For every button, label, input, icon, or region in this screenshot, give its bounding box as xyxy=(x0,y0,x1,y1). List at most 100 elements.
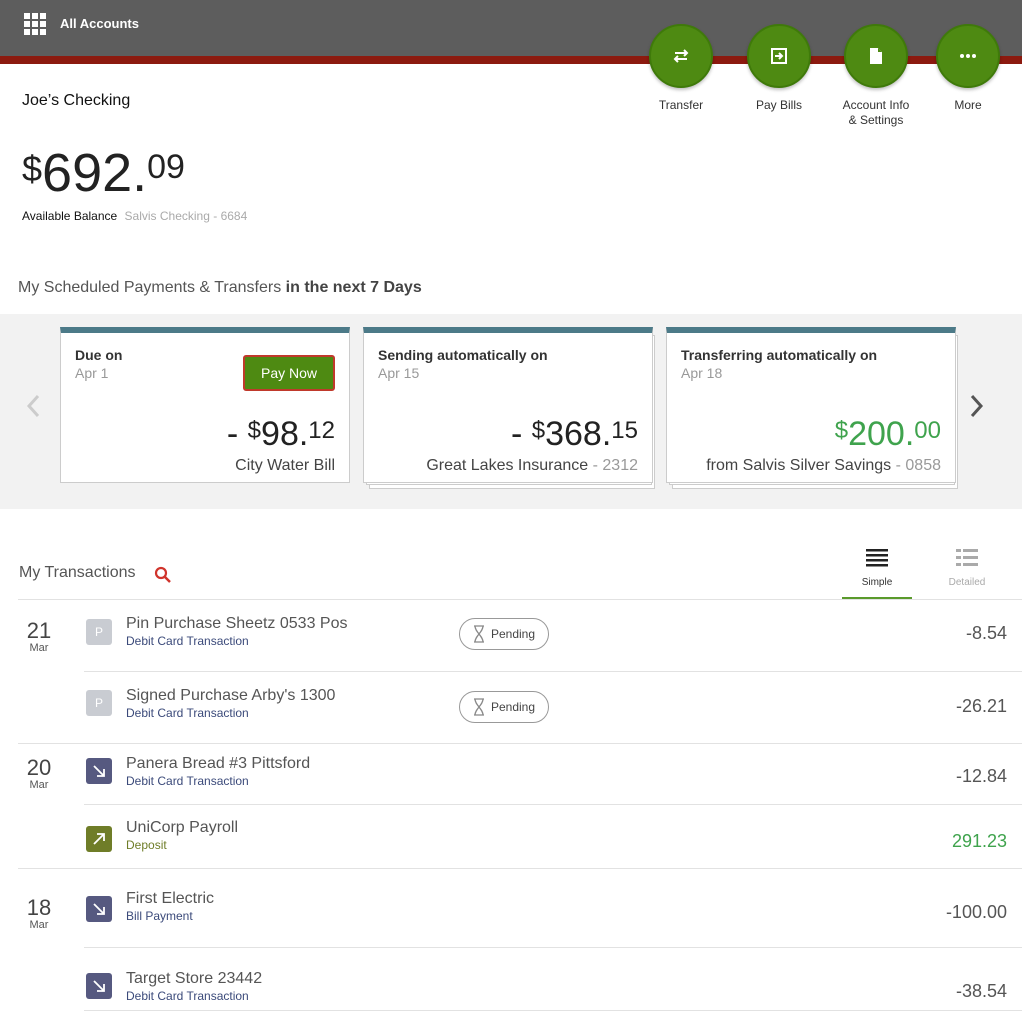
more-label: More xyxy=(954,98,982,112)
pending-badge: Pending xyxy=(459,691,549,723)
transfer-button[interactable]: Transfer xyxy=(631,24,731,113)
card-payee: Great Lakes Insurance - 2312 xyxy=(426,457,638,475)
account-reference: Salvis Checking - 6684 xyxy=(124,209,248,223)
card-title: Transferring automatically on xyxy=(681,347,878,363)
transaction-name[interactable]: Target Store 23442 xyxy=(126,970,262,988)
divider xyxy=(84,1010,1022,1011)
card-date: Apr 15 xyxy=(378,365,420,381)
scheduled-card: Sending automatically on Apr 15 - $368.1… xyxy=(363,327,653,483)
divider xyxy=(18,743,1022,744)
card-amount-whole: 368. xyxy=(545,415,612,453)
search-icon[interactable] xyxy=(153,565,173,585)
card-payee-suffix: - 0858 xyxy=(891,457,941,474)
document-icon xyxy=(844,24,908,88)
scheduled-card: Transferring automatically on Apr 18 $20… xyxy=(666,327,956,483)
date-group-18: 18 Mar xyxy=(24,895,54,932)
transaction-name[interactable]: UniCorp Payroll xyxy=(126,819,238,837)
scheduled-card: Due on Apr 1 Pay Now - $98.12 City Water… xyxy=(60,327,350,483)
simple-view-label: Simple xyxy=(861,577,893,588)
card-amount-currency: $ xyxy=(247,417,262,444)
debit-arrow-icon xyxy=(86,758,112,784)
date-month: Mar xyxy=(29,779,49,791)
transfer-icon xyxy=(649,24,713,88)
transaction-type: Debit Card Transaction xyxy=(126,634,249,648)
transaction-type: Debit Card Transaction xyxy=(126,774,249,788)
transaction-type: Debit Card Transaction xyxy=(126,989,249,1003)
more-dots-icon xyxy=(936,24,1000,88)
date-day: 18 xyxy=(26,895,52,920)
hourglass-icon xyxy=(473,698,484,716)
card-amount-currency: $ xyxy=(531,417,546,444)
available-balance: $692.09 xyxy=(22,142,185,204)
debit-arrow-icon xyxy=(86,896,112,922)
scheduled-title-main: My Scheduled Payments & Transfers xyxy=(18,279,286,296)
scheduled-card-2: Sending automatically on Apr 15 - $368.1… xyxy=(363,327,655,489)
divider xyxy=(84,804,1022,805)
card-amount: - $98.12 xyxy=(227,415,335,454)
all-accounts-link[interactable]: All Accounts xyxy=(60,16,139,31)
pending-purchase-icon: P xyxy=(86,690,112,716)
transaction-type: Debit Card Transaction xyxy=(126,706,249,720)
card-amount: $200.00 xyxy=(835,415,941,454)
date-day: 21 xyxy=(26,618,52,643)
apps-grid-icon[interactable] xyxy=(24,13,46,35)
card-amount-sign: - xyxy=(510,415,532,453)
transaction-name[interactable]: Panera Bread #3 Pittsford xyxy=(126,755,310,773)
transaction-amount: -12.84 xyxy=(955,766,1007,786)
pay-bills-icon xyxy=(747,24,811,88)
account-name: Joe’s Checking xyxy=(22,92,131,109)
card-payee-name: Great Lakes Insurance xyxy=(426,457,589,474)
scheduled-title: My Scheduled Payments & Transfers in the… xyxy=(18,279,422,297)
transaction-amount: -100.00 xyxy=(945,902,1007,922)
transfer-label: Transfer xyxy=(658,98,704,112)
divider xyxy=(84,947,1022,948)
more-button[interactable]: More xyxy=(918,24,1018,113)
card-payee-name: from Salvis Silver Savings xyxy=(706,457,892,474)
pay-now-button[interactable]: Pay Now xyxy=(243,355,335,391)
transactions-title: My Transactions xyxy=(19,564,136,581)
transaction-name[interactable]: Pin Purchase Sheetz 0533 Pos xyxy=(126,615,347,633)
date-month: Mar xyxy=(29,919,49,931)
date-month: Mar xyxy=(29,642,49,654)
pending-label: Pending xyxy=(490,627,536,641)
balance-label-row: Available Balance Salvis Checking - 6684 xyxy=(22,209,247,223)
balance-label: Available Balance xyxy=(22,209,118,223)
pay-bills-button[interactable]: Pay Bills xyxy=(729,24,829,113)
simple-view-button[interactable]: Simple xyxy=(842,548,912,599)
transaction-amount: -26.21 xyxy=(955,696,1007,716)
transaction-amount: 291.23 xyxy=(951,831,1007,851)
balance-currency: $ xyxy=(22,148,43,189)
account-info-settings-button[interactable]: Account Info & Settings xyxy=(826,24,926,128)
carousel-prev-icon[interactable] xyxy=(26,392,40,426)
card-amount-sign: - xyxy=(226,415,248,453)
card-payee: City Water Bill xyxy=(235,457,335,475)
detailed-view-label: Detailed xyxy=(948,577,986,588)
transaction-type: Deposit xyxy=(126,838,167,852)
divider xyxy=(84,671,1022,672)
card-payee: from Salvis Silver Savings - 0858 xyxy=(706,457,941,475)
transaction-name[interactable]: First Electric xyxy=(126,890,214,908)
date-day: 20 xyxy=(26,755,52,780)
transaction-type: Bill Payment xyxy=(126,909,193,923)
carousel-next-icon[interactable] xyxy=(970,392,984,426)
card-amount-cents: 12 xyxy=(308,417,335,444)
date-group-21: 21 Mar xyxy=(24,618,54,655)
pay-bills-label: Pay Bills xyxy=(755,98,802,112)
list-icon xyxy=(866,549,888,567)
card-amount: - $368.15 xyxy=(511,415,638,454)
date-group-20: 20 Mar xyxy=(24,755,54,792)
debit-arrow-icon xyxy=(86,973,112,999)
pending-label: Pending xyxy=(490,700,536,714)
pending-purchase-icon: P xyxy=(86,619,112,645)
transaction-amount: -8.54 xyxy=(965,623,1007,643)
transaction-name[interactable]: Signed Purchase Arby's 1300 xyxy=(126,687,335,705)
card-amount-currency: $ xyxy=(834,417,849,444)
card-amount-whole: 98. xyxy=(261,415,309,453)
account-info-label: Account Info & Settings xyxy=(842,98,910,127)
card-date: Apr 18 xyxy=(681,365,723,381)
detailed-list-icon xyxy=(956,549,978,566)
card-title: Sending automatically on xyxy=(378,347,548,363)
detailed-view-button[interactable]: Detailed xyxy=(932,548,1002,599)
pending-badge: Pending xyxy=(459,618,549,650)
divider xyxy=(18,599,1022,600)
